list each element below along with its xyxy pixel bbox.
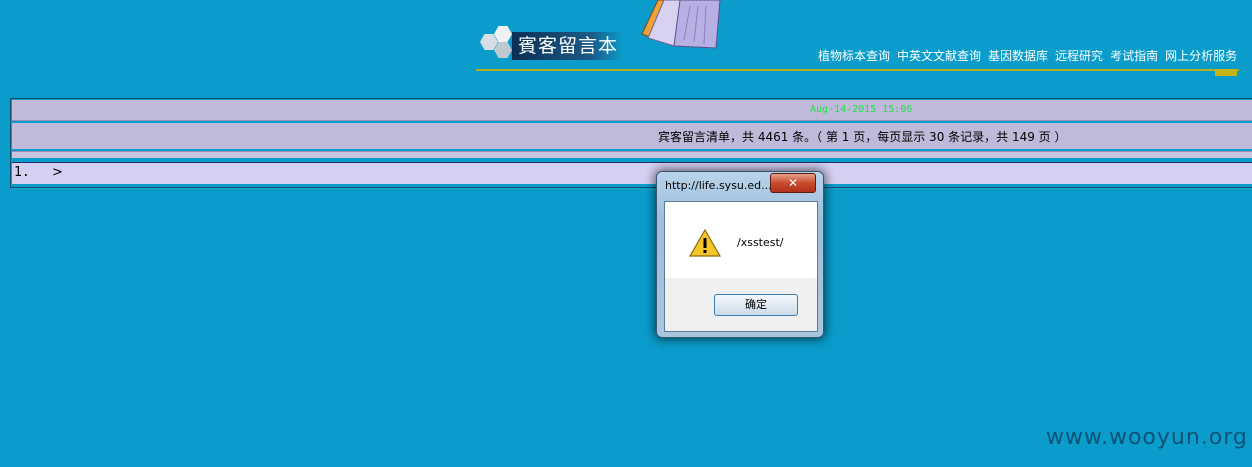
nav-exam-guide[interactable]: 考试指南: [1110, 48, 1158, 66]
watermark: www.wooyun.org: [1046, 425, 1248, 450]
list-item: 1. >: [12, 162, 1252, 184]
close-icon: ✕: [787, 176, 799, 190]
site-title: 賓客留言本: [518, 35, 619, 57]
alert-dialog: http://life.sysu.ed... ✕ /xsstest/ 确定: [656, 171, 824, 338]
guestbook-summary: 宾客留言清单，共 4461 条。（ 第 1 页，每页显示 30 条记录，共 14…: [658, 130, 1067, 144]
entry-number: 1.: [14, 165, 30, 180]
current-date: Aug-14-2015 15:06: [810, 104, 913, 115]
dialog-message-area: /xsstest/: [665, 202, 817, 278]
close-button[interactable]: ✕: [770, 173, 816, 193]
nav-literature-query[interactable]: 中英文文献查询: [897, 48, 981, 66]
entry-content[interactable]: >: [52, 165, 63, 181]
nav-plant-specimen-query[interactable]: 植物标本查询: [818, 48, 890, 66]
header-divider-accent: [1215, 69, 1237, 76]
dialog-title: http://life.sysu.ed...: [665, 179, 772, 192]
top-nav: 植物标本查询 中英文文献查询 基因数据库 远程研究 考试指南 网上分析服务: [818, 48, 1237, 66]
nav-remote-research[interactable]: 远程研究: [1055, 48, 1103, 66]
guestbook-board: Aug-14-2015 15:06 宾客留言清单，共 4461 条。（ 第 1 …: [10, 98, 1252, 188]
separator-row: [12, 151, 1252, 158]
dialog-message: /xsstest/: [737, 236, 784, 249]
hexagon-icon: [494, 42, 512, 58]
hexagon-icon: [494, 26, 512, 42]
date-row: Aug-14-2015 15:06: [12, 100, 1252, 121]
hexagon-icon: [480, 34, 498, 50]
dialog-body: /xsstest/ 确定: [664, 201, 818, 332]
nav-gene-database[interactable]: 基因数据库: [988, 48, 1048, 66]
book-icon: [641, 0, 721, 49]
summary-row: 宾客留言清单，共 4461 条。（ 第 1 页，每页显示 30 条记录，共 14…: [12, 123, 1252, 149]
site-logo: 賓客留言本: [476, 18, 626, 60]
nav-online-analysis[interactable]: 网上分析服务: [1165, 48, 1237, 66]
header-divider: [476, 69, 1239, 71]
ok-button[interactable]: 确定: [714, 294, 798, 316]
warning-icon: [689, 229, 721, 257]
